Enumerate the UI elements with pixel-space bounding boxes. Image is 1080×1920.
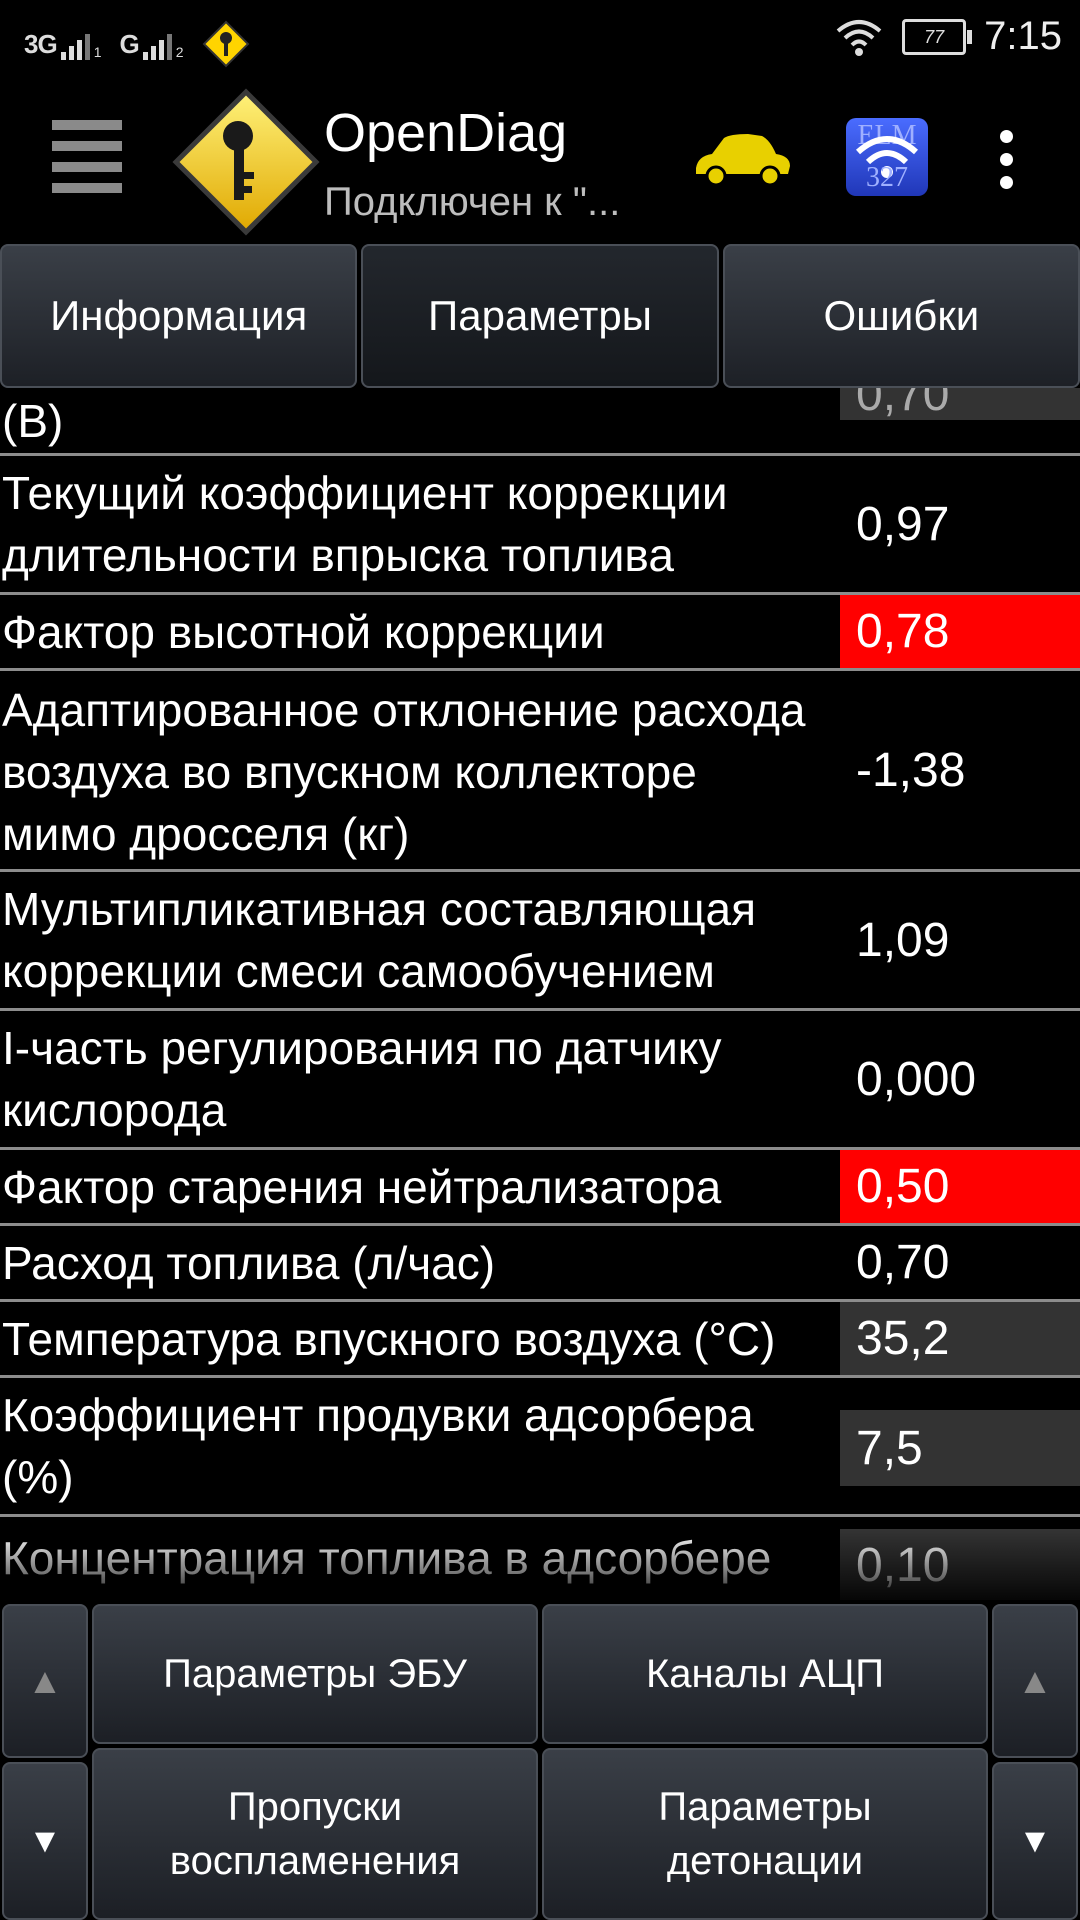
sim-index-1: 1 bbox=[93, 43, 102, 60]
table-row[interactable]: Мультипликативная составляющая коррекции… bbox=[0, 872, 1080, 1011]
hamburger-menu-icon[interactable] bbox=[52, 120, 122, 196]
arrow-up-icon: ▲ bbox=[1017, 1660, 1053, 1701]
app-title: OpenDiag bbox=[324, 103, 568, 163]
table-row[interactable]: Фактор высотной коррекции 0,78 bbox=[0, 595, 1080, 671]
signal-icon bbox=[60, 30, 90, 60]
knock-parameters-label: Параметры детонации bbox=[658, 1785, 872, 1883]
parameter-value: 0,000 bbox=[856, 1052, 977, 1106]
parameter-name: Фактор старения нейтрализатора bbox=[2, 1161, 722, 1213]
misfires-button[interactable]: Пропуски воспламенения bbox=[92, 1748, 538, 1920]
parameter-value: -1,38 bbox=[856, 743, 966, 797]
app-logo-icon bbox=[172, 88, 320, 236]
app-notification-icon bbox=[202, 20, 249, 68]
tab-parameters[interactable]: Параметры bbox=[361, 244, 719, 388]
car-icon[interactable] bbox=[690, 130, 794, 190]
signal-sim2: G 2 bbox=[119, 28, 184, 60]
parameter-value: 0,70 bbox=[840, 388, 1080, 421]
table-row[interactable]: (В) 0,70 bbox=[0, 388, 1080, 456]
parameter-name: Мультипликативная составляющая коррекции… bbox=[2, 883, 757, 997]
adc-channels-button[interactable]: Каналы АЦП bbox=[542, 1604, 988, 1744]
bottom-toolbar: ▲ Параметры ЭБУ Каналы АЦП ▲ ▼ Пропуски … bbox=[0, 1602, 1080, 1920]
tab-bar: Информация Параметры Ошибки bbox=[0, 244, 1080, 388]
battery-icon: 77 bbox=[902, 18, 973, 55]
wifi-icon bbox=[836, 19, 882, 56]
parameter-name: Фактор высотной коррекции bbox=[2, 606, 605, 658]
adapter-label-bottom: 327 bbox=[866, 162, 908, 193]
overflow-menu-icon[interactable] bbox=[1000, 130, 1016, 199]
parameter-value: 0,10 bbox=[840, 1529, 1080, 1600]
signal-sim1: 3G 1 bbox=[24, 29, 101, 60]
misfires-label: Пропуски воспламенения bbox=[169, 1785, 461, 1883]
scroll-down-right-button[interactable]: ▼ bbox=[992, 1762, 1078, 1920]
scroll-up-right-button[interactable]: ▲ bbox=[992, 1604, 1078, 1758]
parameter-list[interactable]: (В) 0,70 Текущий коэффициент коррекции д… bbox=[0, 388, 1080, 1600]
parameter-value: 0,78 bbox=[840, 595, 1080, 668]
app-bar: OpenDiag Подключен к "... ELM 327 bbox=[0, 80, 1080, 244]
parameter-name: Текущий коэффициент коррекции длительнос… bbox=[2, 467, 728, 581]
network-type-1: 3G bbox=[24, 28, 58, 59]
parameter-name: I-часть регулирования по датчику кислоро… bbox=[2, 1022, 722, 1136]
arrow-up-icon: ▲ bbox=[27, 1660, 63, 1701]
elm327-adapter-icon[interactable]: ELM 327 bbox=[846, 118, 928, 196]
parameter-name: Коэффициент продувки адсорбера (%) bbox=[2, 1389, 754, 1503]
parameter-name: Концентрация топлива в адсорбере bbox=[2, 1532, 772, 1584]
tab-errors[interactable]: Ошибки bbox=[722, 244, 1080, 388]
table-row[interactable]: Фактор старения нейтрализатора 0,50 bbox=[0, 1150, 1080, 1226]
parameter-name: Температура впускного воздуха (°C) bbox=[2, 1313, 776, 1365]
signal-icon bbox=[142, 30, 172, 60]
status-bar: 3G 1 G 2 77 7:15 bbox=[0, 0, 1080, 80]
parameter-name: (В) bbox=[2, 395, 64, 447]
arrow-down-icon: ▼ bbox=[28, 1822, 62, 1860]
tab-information[interactable]: Информация bbox=[0, 244, 358, 388]
table-row[interactable]: Текущий коэффициент коррекции длительнос… bbox=[0, 456, 1080, 595]
parameter-value: 1,09 bbox=[856, 913, 950, 967]
table-row[interactable]: I-часть регулирования по датчику кислоро… bbox=[0, 1011, 1080, 1150]
sim-index-2: 2 bbox=[175, 43, 184, 60]
ecu-parameters-button[interactable]: Параметры ЭБУ bbox=[92, 1604, 538, 1744]
table-row[interactable]: Температура впускного воздуха (°C) 35,2 bbox=[0, 1302, 1080, 1378]
table-row[interactable]: Адаптированное отклонение расхода воздух… bbox=[0, 671, 1080, 872]
arrow-down-icon: ▼ bbox=[1018, 1822, 1052, 1860]
parameter-value: 0,50 bbox=[840, 1150, 1080, 1223]
parameter-value: 0,70 bbox=[856, 1236, 950, 1289]
table-row[interactable]: Концентрация топлива в адсорбере 0,10 bbox=[0, 1517, 1080, 1600]
parameter-value: 35,2 bbox=[840, 1302, 1080, 1375]
parameter-name: Расход топлива (л/час) bbox=[2, 1237, 496, 1289]
network-type-2: G bbox=[119, 28, 139, 59]
scroll-up-left-button[interactable]: ▲ bbox=[2, 1604, 88, 1758]
table-row[interactable]: Коэффициент продувки адсорбера (%) 7,5 bbox=[0, 1378, 1080, 1517]
table-row[interactable]: Расход топлива (л/час) 0,70 bbox=[0, 1226, 1080, 1302]
parameter-value: 7,5 bbox=[840, 1410, 1080, 1486]
scroll-down-left-button[interactable]: ▼ bbox=[2, 1762, 88, 1920]
knock-parameters-button[interactable]: Параметры детонации bbox=[542, 1748, 988, 1920]
connection-status: Подключен к "... bbox=[324, 180, 621, 224]
clock: 7:15 bbox=[984, 14, 1062, 58]
parameter-value: 0,97 bbox=[856, 497, 950, 551]
parameter-name: Адаптированное отклонение расхода воздух… bbox=[2, 684, 806, 860]
